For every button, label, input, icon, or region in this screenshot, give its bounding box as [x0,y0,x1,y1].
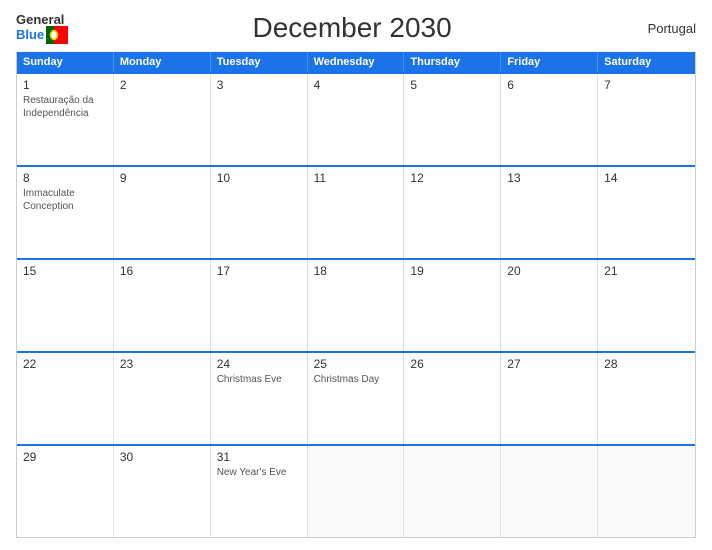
calendar-header: General Blue December 2030 Portugal [16,12,696,44]
table-row: 4 [308,74,405,165]
table-row [598,446,695,537]
header-thursday: Thursday [404,52,501,72]
cell-date-number: 17 [217,264,301,278]
cell-date-number: 13 [507,171,591,185]
table-row: 3 [211,74,308,165]
table-row: 2 [114,74,211,165]
cell-date-number: 6 [507,78,591,92]
table-row: 30 [114,446,211,537]
cell-date-number: 29 [23,450,107,464]
cell-date-number: 1 [23,78,107,92]
table-row: 10 [211,167,308,258]
table-row: 14 [598,167,695,258]
table-row: 29 [17,446,114,537]
cell-date-number: 28 [604,357,689,371]
table-row: 25 Christmas Day [308,353,405,444]
cell-date-number: 15 [23,264,107,278]
calendar-page: General Blue December 2030 Portugal Sund… [0,0,712,550]
cell-date-number: 18 [314,264,398,278]
table-row [501,446,598,537]
calendar-week-4: 22 23 24 Christmas Eve 25 Christmas Day 26 27 28 [17,351,695,444]
cell-date-number: 27 [507,357,591,371]
table-row: 12 [404,167,501,258]
table-row: 19 [404,260,501,351]
header-saturday: Saturday [598,52,695,72]
table-row: 13 [501,167,598,258]
table-row: 28 [598,353,695,444]
table-row: 21 [598,260,695,351]
cell-event-label: New Year's Eve [217,466,301,479]
table-row: 17 [211,260,308,351]
calendar-week-5: 29 30 31 New Year's Eve [17,444,695,537]
cell-event-label: Christmas Day [314,373,398,386]
table-row: 22 [17,353,114,444]
calendar-weekday-header: Sunday Monday Tuesday Wednesday Thursday… [17,52,695,72]
calendar-week-3: 15 16 17 18 19 20 21 [17,258,695,351]
table-row: 5 [404,74,501,165]
table-row: 9 [114,167,211,258]
cell-date-number: 23 [120,357,204,371]
cell-date-number: 5 [410,78,494,92]
logo: General Blue [16,13,68,44]
cell-date-number: 4 [314,78,398,92]
cell-date-number: 22 [23,357,107,371]
logo-general-text: General [16,13,68,26]
cell-date-number: 25 [314,357,398,371]
calendar-grid: Sunday Monday Tuesday Wednesday Thursday… [16,52,696,538]
header-monday: Monday [114,52,211,72]
table-row [404,446,501,537]
logo-blue-text: Blue [16,28,44,41]
table-row: 18 [308,260,405,351]
cell-date-number: 31 [217,450,301,464]
table-row: 31 New Year's Eve [211,446,308,537]
cell-date-number: 20 [507,264,591,278]
table-row: 16 [114,260,211,351]
cell-event-label: Restauração da Independência [23,94,107,120]
cell-date-number: 8 [23,171,107,185]
table-row: 1 Restauração da Independência [17,74,114,165]
country-label: Portugal [636,21,696,36]
cell-date-number: 7 [604,78,689,92]
logo-flag-icon [46,26,68,44]
table-row: 20 [501,260,598,351]
table-row: 7 [598,74,695,165]
header-friday: Friday [501,52,598,72]
cell-date-number: 14 [604,171,689,185]
table-row: 15 [17,260,114,351]
cell-date-number: 2 [120,78,204,92]
cell-event-label: Immaculate Conception [23,187,107,213]
cell-date-number: 11 [314,171,398,185]
cell-date-number: 3 [217,78,301,92]
header-wednesday: Wednesday [308,52,405,72]
table-row: 27 [501,353,598,444]
cell-date-number: 12 [410,171,494,185]
calendar-week-2: 8 Immaculate Conception 9 10 11 12 13 14 [17,165,695,258]
table-row: 6 [501,74,598,165]
cell-date-number: 10 [217,171,301,185]
cell-date-number: 9 [120,171,204,185]
cell-date-number: 26 [410,357,494,371]
cell-event-label: Christmas Eve [217,373,301,386]
cell-date-number: 21 [604,264,689,278]
page-title: December 2030 [68,12,636,44]
cell-date-number: 24 [217,357,301,371]
header-sunday: Sunday [17,52,114,72]
cell-date-number: 19 [410,264,494,278]
table-row: 24 Christmas Eve [211,353,308,444]
header-tuesday: Tuesday [211,52,308,72]
cell-date-number: 16 [120,264,204,278]
calendar-body: 1Restauração da Independência2345678Imma… [17,72,695,537]
table-row: 11 [308,167,405,258]
calendar-week-1: 1 Restauração da Independência 234567 [17,72,695,165]
table-row [308,446,405,537]
table-row: 23 [114,353,211,444]
table-row: 26 [404,353,501,444]
cell-date-number: 30 [120,450,204,464]
table-row: 8 Immaculate Conception [17,167,114,258]
